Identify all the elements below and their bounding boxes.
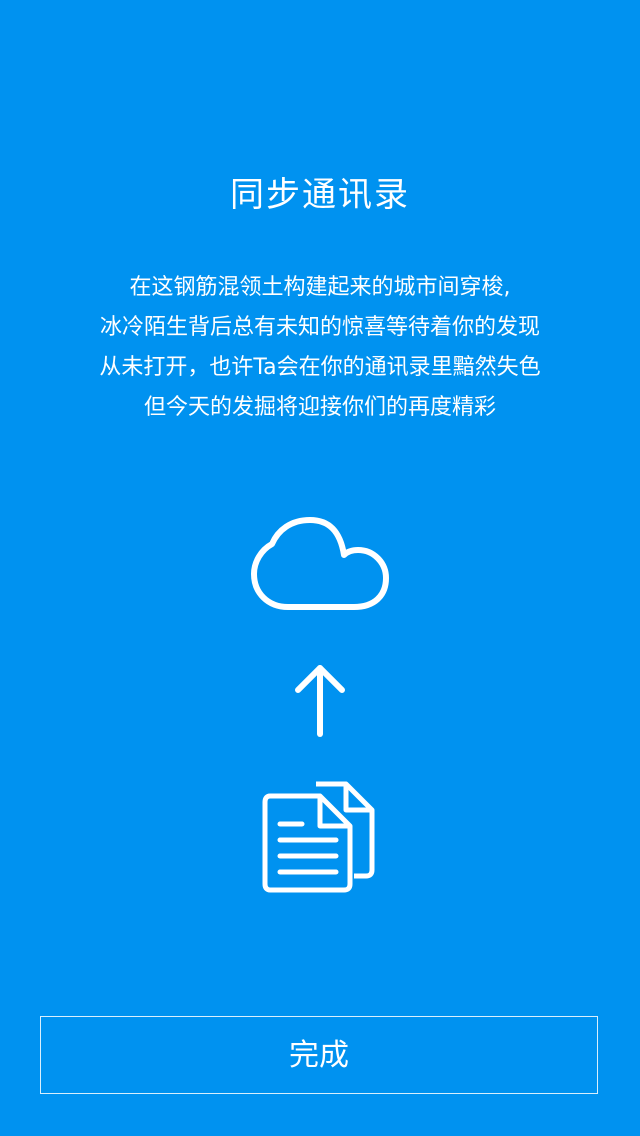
documents-icon bbox=[262, 781, 375, 893]
arrow-up-icon bbox=[295, 665, 345, 737]
description-line-1: 在这钢筋混领土构建起来的城市间穿梭, bbox=[129, 275, 511, 300]
description-line-3: 从未打开，也许Ta会在你的通讯录里黯然失色 bbox=[99, 355, 541, 380]
cloud-icon bbox=[251, 517, 389, 610]
description: 在这钢筋混领土构建起来的城市间穿梭, 冰冷陌生背后总有未知的惊喜等待着你的发现 … bbox=[40, 268, 600, 428]
description-line-4: 但今天的发掘将迎接你们的再度精彩 bbox=[143, 395, 496, 420]
done-button[interactable]: 完成 bbox=[40, 1016, 598, 1094]
description-line-2: 冰冷陌生背后总有未知的惊喜等待着你的发现 bbox=[99, 315, 540, 340]
page-title: 同步通讯录 bbox=[230, 175, 410, 215]
